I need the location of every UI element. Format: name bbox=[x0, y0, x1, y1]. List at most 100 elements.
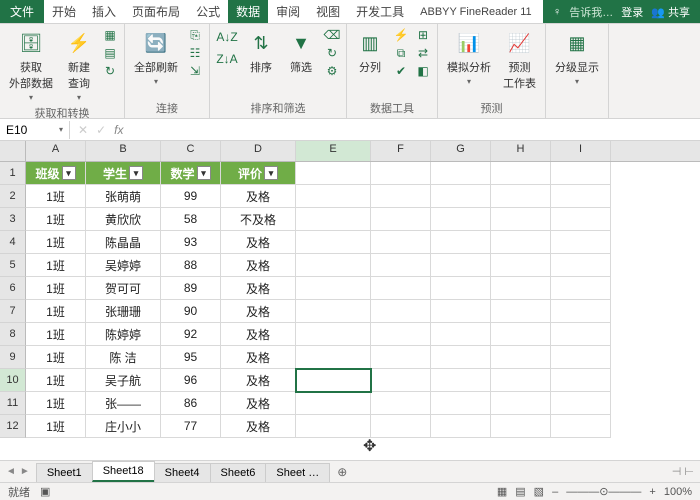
cell[interactable] bbox=[431, 162, 491, 185]
cell[interactable] bbox=[431, 231, 491, 254]
menu-tab-2[interactable]: 插入 bbox=[84, 0, 124, 23]
cell[interactable] bbox=[371, 392, 431, 415]
table-header-cell[interactable]: 数学▾ bbox=[161, 162, 221, 185]
cell[interactable] bbox=[431, 208, 491, 231]
menu-tab-3[interactable]: 页面布局 bbox=[124, 0, 188, 23]
reapply-button[interactable]: ↻ bbox=[324, 45, 340, 61]
cell[interactable] bbox=[296, 277, 371, 300]
menu-tab-7[interactable]: 视图 bbox=[308, 0, 348, 23]
from-table-button[interactable]: ▤ bbox=[102, 45, 118, 61]
properties-button[interactable]: ☷ bbox=[187, 45, 203, 61]
filter-dropdown-icon[interactable]: ▾ bbox=[62, 166, 76, 180]
macro-rec-icon[interactable]: ▣ bbox=[40, 485, 50, 498]
row-header[interactable]: 1 bbox=[0, 162, 26, 185]
menu-tab-4[interactable]: 公式 bbox=[188, 0, 228, 23]
cell[interactable]: 93 bbox=[161, 231, 221, 254]
cell[interactable] bbox=[371, 323, 431, 346]
cell[interactable] bbox=[491, 369, 551, 392]
sort-button[interactable]: ⇅ 排序 bbox=[244, 27, 278, 77]
cell[interactable] bbox=[551, 346, 611, 369]
cell[interactable] bbox=[296, 162, 371, 185]
cell[interactable]: 1班 bbox=[26, 231, 86, 254]
cell[interactable] bbox=[431, 346, 491, 369]
cell[interactable] bbox=[371, 369, 431, 392]
cell[interactable]: 及格 bbox=[221, 300, 296, 323]
cell[interactable]: 贺可可 bbox=[86, 277, 161, 300]
cell[interactable] bbox=[551, 415, 611, 438]
cell[interactable] bbox=[431, 415, 491, 438]
row-header[interactable]: 7 bbox=[0, 300, 26, 323]
cell[interactable] bbox=[296, 392, 371, 415]
sheet-tab[interactable]: Sheet … bbox=[265, 463, 330, 482]
cell[interactable] bbox=[551, 231, 611, 254]
cell[interactable]: 1班 bbox=[26, 415, 86, 438]
table-header-cell[interactable]: 学生▾ bbox=[86, 162, 161, 185]
cell[interactable]: 庄小小 bbox=[86, 415, 161, 438]
advanced-button[interactable]: ⚙ bbox=[324, 63, 340, 79]
row-header[interactable]: 11 bbox=[0, 392, 26, 415]
cell[interactable] bbox=[431, 185, 491, 208]
cell[interactable]: 1班 bbox=[26, 323, 86, 346]
table-header-cell[interactable]: 班级▾ bbox=[26, 162, 86, 185]
cell[interactable] bbox=[551, 208, 611, 231]
name-box[interactable]: E10▾ bbox=[0, 121, 70, 139]
cell[interactable]: 不及格 bbox=[221, 208, 296, 231]
cell[interactable]: 99 bbox=[161, 185, 221, 208]
new-query-button[interactable]: ⚡ 新建 查询 ▾ bbox=[62, 27, 96, 104]
cell[interactable]: 95 bbox=[161, 346, 221, 369]
cell[interactable] bbox=[551, 323, 611, 346]
cell[interactable] bbox=[551, 162, 611, 185]
cell[interactable] bbox=[296, 185, 371, 208]
menu-tab-8[interactable]: 开发工具 bbox=[348, 0, 412, 23]
cell[interactable]: 张珊珊 bbox=[86, 300, 161, 323]
menu-tab-6[interactable]: 审阅 bbox=[268, 0, 308, 23]
cell[interactable] bbox=[431, 277, 491, 300]
add-sheet-button[interactable]: ⊕ bbox=[329, 462, 355, 482]
cell[interactable] bbox=[296, 323, 371, 346]
column-header[interactable]: F bbox=[371, 141, 431, 161]
cell[interactable] bbox=[431, 392, 491, 415]
cell[interactable] bbox=[371, 254, 431, 277]
column-header[interactable]: A bbox=[26, 141, 86, 161]
tell-me[interactable]: 告诉我… bbox=[569, 4, 613, 20]
confirm-icon[interactable]: ✓ bbox=[96, 123, 106, 137]
cell[interactable] bbox=[491, 323, 551, 346]
cell[interactable] bbox=[491, 392, 551, 415]
cell[interactable] bbox=[296, 208, 371, 231]
menu-tab-0[interactable]: 文件 bbox=[0, 0, 44, 23]
cell[interactable] bbox=[296, 369, 371, 392]
cell[interactable] bbox=[296, 231, 371, 254]
column-header[interactable]: D bbox=[221, 141, 296, 161]
cell[interactable] bbox=[371, 208, 431, 231]
filter-button[interactable]: ▼ 筛选 bbox=[284, 27, 318, 77]
row-header[interactable]: 5 bbox=[0, 254, 26, 277]
cell[interactable] bbox=[371, 277, 431, 300]
select-all-corner[interactable] bbox=[0, 141, 26, 161]
cell[interactable] bbox=[491, 162, 551, 185]
sheet-nav-prev[interactable]: ◄ bbox=[6, 466, 16, 477]
cell[interactable]: 陈晶晶 bbox=[86, 231, 161, 254]
cell[interactable]: 及格 bbox=[221, 346, 296, 369]
refresh-all-button[interactable]: 🔄 全部刷新 ▾ bbox=[131, 27, 181, 88]
cell[interactable] bbox=[491, 277, 551, 300]
cell[interactable] bbox=[551, 300, 611, 323]
fx-icon[interactable]: fx bbox=[114, 123, 123, 137]
cell[interactable]: 77 bbox=[161, 415, 221, 438]
cell[interactable] bbox=[551, 277, 611, 300]
cell[interactable]: 张萌萌 bbox=[86, 185, 161, 208]
zoom-slider[interactable]: ———⊙——— bbox=[566, 485, 641, 498]
view-break-icon[interactable]: ▧ bbox=[534, 485, 544, 498]
cell[interactable] bbox=[296, 346, 371, 369]
cell[interactable] bbox=[431, 369, 491, 392]
cell[interactable]: 1班 bbox=[26, 300, 86, 323]
cell[interactable] bbox=[296, 300, 371, 323]
cell[interactable]: 90 bbox=[161, 300, 221, 323]
row-header[interactable]: 12 bbox=[0, 415, 26, 438]
cell[interactable] bbox=[491, 185, 551, 208]
cell[interactable] bbox=[431, 254, 491, 277]
cancel-icon[interactable]: ✕ bbox=[78, 123, 88, 137]
cell[interactable]: 1班 bbox=[26, 277, 86, 300]
filter-dropdown-icon[interactable]: ▾ bbox=[129, 166, 143, 180]
cell[interactable]: 陈 洁 bbox=[86, 346, 161, 369]
sheet-scroll[interactable]: ⊣ ⊢ bbox=[672, 465, 700, 478]
